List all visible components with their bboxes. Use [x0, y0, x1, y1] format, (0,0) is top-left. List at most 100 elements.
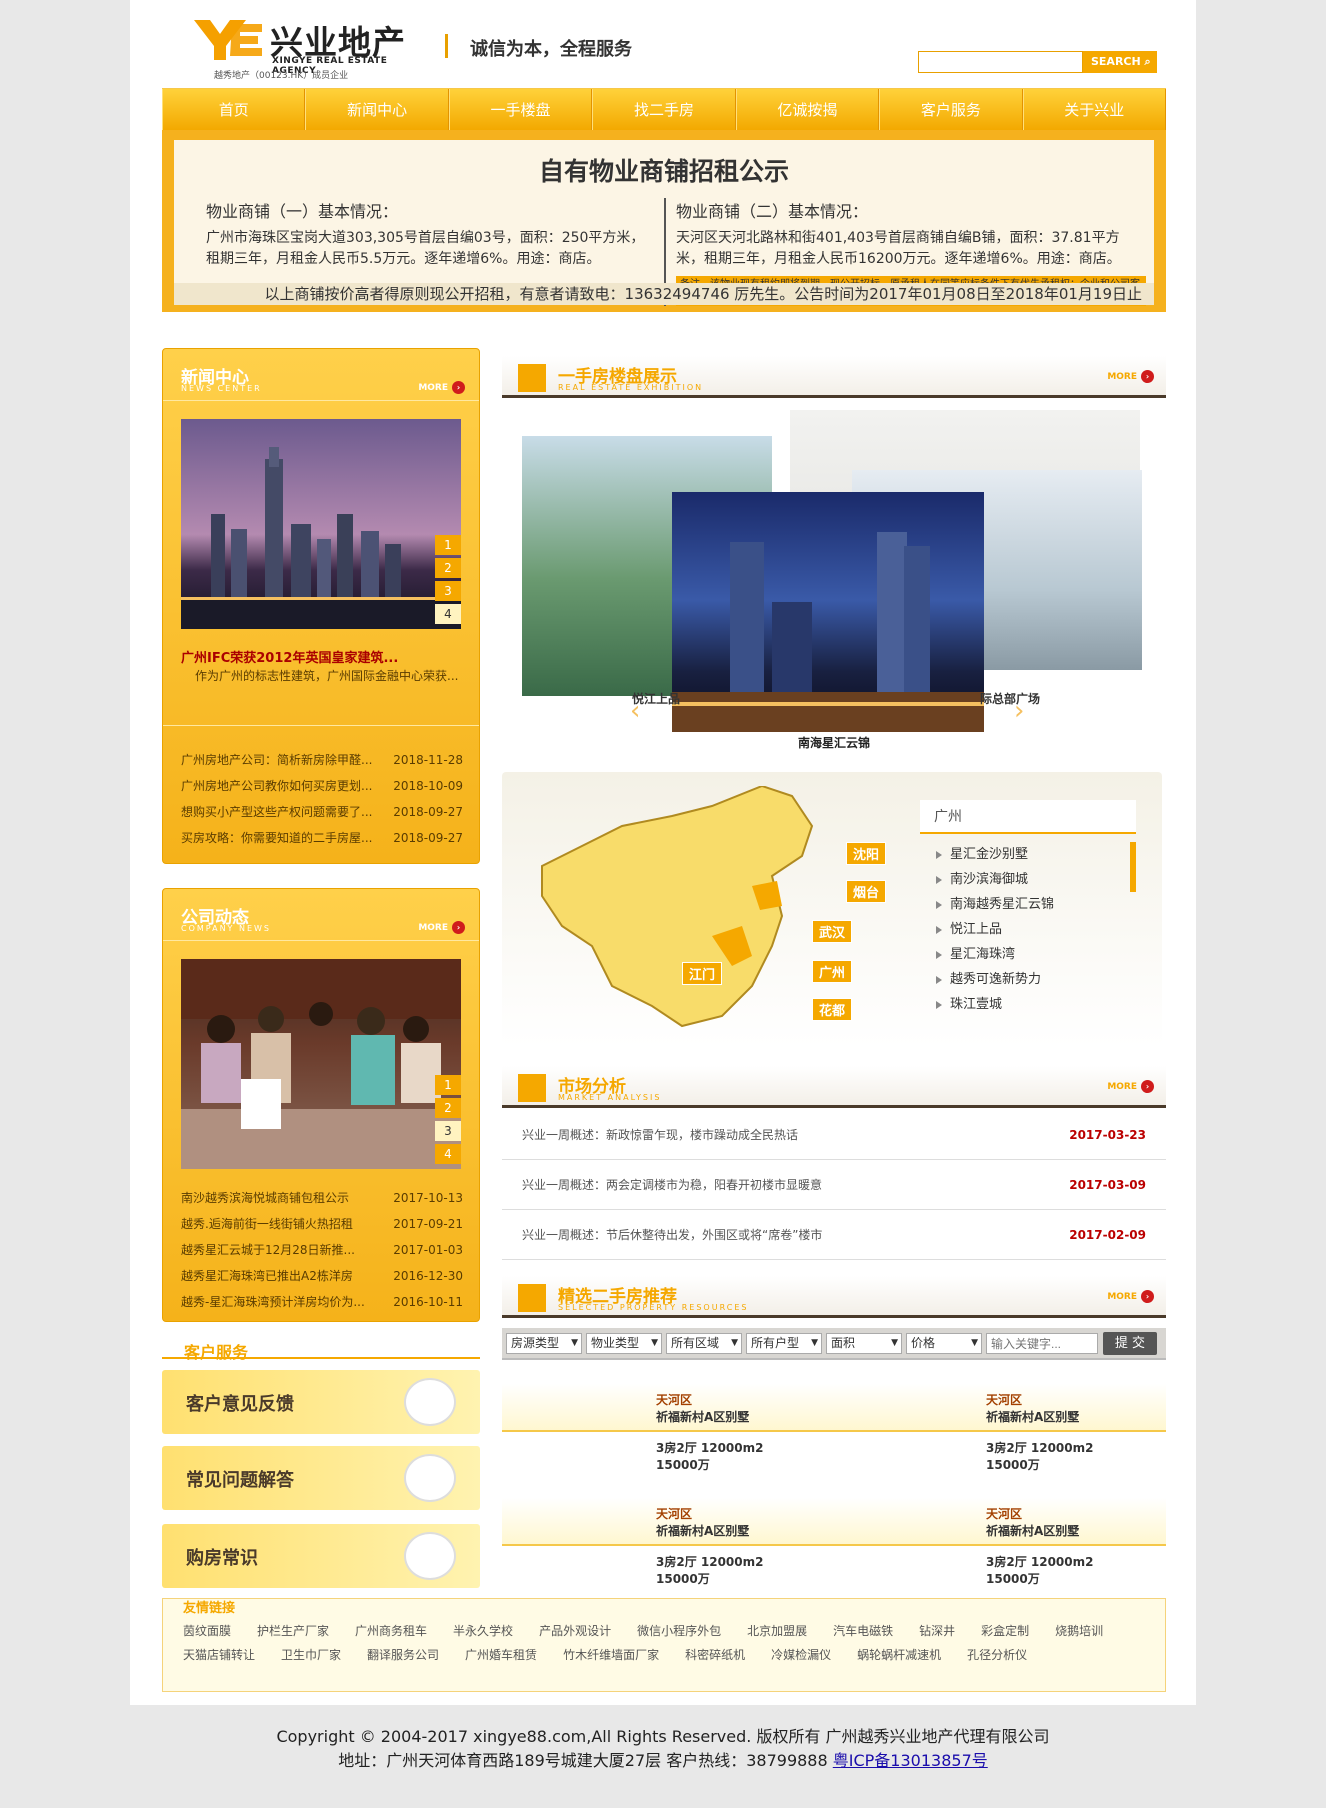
size-select[interactable]: 面积: [826, 1333, 902, 1354]
project-item[interactable]: 星汇海珠湾: [920, 942, 1136, 967]
slide-3-button[interactable]: 3: [435, 581, 461, 601]
company-news-item[interactable]: 越秀星汇海珠湾已推出A2栋洋房 2016-12-30: [181, 1263, 463, 1289]
news-item[interactable]: 想购买小产型这些产权问题需要了... 2018-09-27: [181, 799, 463, 825]
friend-link[interactable]: 烧鹅培训: [1055, 1619, 1103, 1643]
friend-link[interactable]: 微信小程序外包: [637, 1619, 721, 1643]
keyword-input[interactable]: [986, 1333, 1098, 1354]
search-input[interactable]: [918, 51, 1083, 73]
property-name[interactable]: 祈福新村A区别墅: [656, 1409, 749, 1426]
company-news-item[interactable]: 越秀.逅海前街一线街铺火热招租 2017-09-21: [181, 1211, 463, 1237]
friend-link[interactable]: 翻译服务公司: [367, 1643, 439, 1667]
friend-link[interactable]: 广州婚车租赁: [465, 1643, 537, 1667]
city-tab-guangzhou[interactable]: 广州: [920, 800, 1136, 834]
estate-more-link[interactable]: MORE ›: [1107, 370, 1154, 383]
rental-notice-banner[interactable]: 自有物业商铺招租公示 物业商铺（一）基本情况： 广州市海珠区宝岗大道303,30…: [162, 130, 1166, 312]
carousel-prev-icon[interactable]: ‹: [630, 696, 640, 726]
friend-link[interactable]: 北京加盟展: [747, 1619, 807, 1643]
company-news-item[interactable]: 南沙越秀滨海悦城商铺包租公示 2017-10-13: [181, 1185, 463, 1211]
friend-link[interactable]: 蜗轮蜗杆减速机: [857, 1643, 941, 1667]
logo[interactable]: 兴业地产 XINGYE REAL ESTATE AGENCY 越秀地产（0012…: [192, 16, 422, 81]
nav-about[interactable]: 关于兴业: [1022, 89, 1166, 130]
property-area[interactable]: 天河区: [656, 1506, 692, 1523]
estate-slide-main[interactable]: [672, 492, 984, 732]
friend-link[interactable]: 半永久学校: [453, 1619, 513, 1643]
estate-carousel[interactable]: 悦江上品 际总部广场 南海星汇云锦 ‹ ›: [502, 410, 1166, 750]
buying-guide-button[interactable]: 购房常识: [162, 1524, 480, 1588]
friend-link[interactable]: 卫生巾厂家: [281, 1643, 341, 1667]
project-item[interactable]: 悦江上品: [920, 917, 1136, 942]
friend-link[interactable]: 冷媒检漏仪: [771, 1643, 831, 1667]
market-more-link[interactable]: MORE ›: [1107, 1080, 1154, 1093]
carousel-next-icon[interactable]: ›: [1014, 696, 1024, 726]
friend-link[interactable]: 彩盒定制: [981, 1619, 1029, 1643]
slide-2-button[interactable]: 2: [435, 558, 461, 578]
friend-link[interactable]: 汽车电磁铁: [833, 1619, 893, 1643]
nav-second-hand[interactable]: 找二手房: [592, 89, 736, 130]
property-area[interactable]: 天河区: [986, 1506, 1022, 1523]
faq-button[interactable]: 常见问题解答: [162, 1446, 480, 1510]
nav-mortgage[interactable]: 亿诚按揭: [735, 89, 880, 130]
project-item[interactable]: 南海越秀星汇云锦: [920, 892, 1136, 917]
friend-link[interactable]: 天猫店铺转让: [183, 1643, 255, 1667]
nav-news[interactable]: 新闻中心: [305, 89, 449, 130]
nav-new-homes[interactable]: 一手楼盘: [448, 89, 593, 130]
city-shenyang[interactable]: 沈阳: [846, 842, 887, 865]
friend-link[interactable]: 广州商务租车: [355, 1619, 427, 1643]
property-area[interactable]: 天河区: [986, 1392, 1022, 1409]
property-area[interactable]: 天河区: [656, 1392, 692, 1409]
towers-image: [672, 532, 984, 732]
source-type-select[interactable]: 房源类型: [506, 1333, 582, 1354]
company-news-item[interactable]: 越秀-星汇海珠湾预计洋房均价为... 2016-10-11: [181, 1289, 463, 1315]
news-item[interactable]: 广州房地产公司：简析新房除甲醛... 2018-11-28: [181, 747, 463, 773]
friend-link[interactable]: 科密碎纸机: [685, 1643, 745, 1667]
project-item[interactable]: 星汇金沙别墅: [920, 842, 1136, 867]
friend-link[interactable]: 护栏生产厂家: [257, 1619, 329, 1643]
news-more-link[interactable]: MORE ›: [418, 381, 465, 394]
friend-link[interactable]: 钻深井: [919, 1619, 955, 1643]
project-item[interactable]: 南沙滨海御城: [920, 867, 1136, 892]
slide-4-button[interactable]: 4: [435, 1144, 461, 1164]
nav-customer-service[interactable]: 客户服务: [879, 89, 1023, 130]
list-scrollbar[interactable]: [1130, 842, 1136, 892]
market-item[interactable]: 兴业一周概述：节后休整待出发，外围区或将“席卷”楼市 2017-02-09: [502, 1210, 1166, 1260]
project-item[interactable]: 越秀可逸新势力: [920, 967, 1136, 992]
company-news-list: 南沙越秀滨海悦城商铺包租公示 2017-10-13 越秀.逅海前街一线街铺火热招租…: [181, 1185, 463, 1315]
project-item[interactable]: 珠江壹城: [920, 992, 1136, 1017]
news-item[interactable]: 广州房地产公司教你如何买房更划... 2018-10-09: [181, 773, 463, 799]
property-name[interactable]: 祈福新村A区别墅: [986, 1523, 1079, 1540]
city-wuhan[interactable]: 武汉: [812, 920, 853, 943]
company-photo[interactable]: [181, 959, 461, 1169]
property-name[interactable]: 祈福新村A区别墅: [656, 1523, 749, 1540]
submit-search-button[interactable]: 提 交: [1103, 1332, 1157, 1355]
area-select[interactable]: 所有区域: [666, 1333, 742, 1354]
slide-1-button[interactable]: 1: [435, 1075, 461, 1095]
city-huadu[interactable]: 花都: [812, 998, 853, 1021]
news-item[interactable]: 买房攻略：你需要知道的二手房屋... 2018-09-27: [181, 825, 463, 851]
nav-home[interactable]: 首页: [162, 89, 306, 130]
news-photo[interactable]: [181, 419, 461, 629]
price-select[interactable]: 价格: [906, 1333, 982, 1354]
city-guangzhou[interactable]: 广州: [812, 960, 853, 983]
property-type-select[interactable]: 物业类型: [586, 1333, 662, 1354]
city-yantai[interactable]: 烟台: [846, 880, 887, 903]
friend-link[interactable]: 茵纹面膜: [183, 1619, 231, 1643]
friend-link[interactable]: 产品外观设计: [539, 1619, 611, 1643]
company-more-link[interactable]: MORE ›: [418, 921, 465, 934]
friend-link[interactable]: 竹木纤维墙面厂家: [563, 1643, 659, 1667]
feedback-button[interactable]: 客户意见反馈: [162, 1370, 480, 1434]
icp-link[interactable]: 粤ICP备13013857号: [833, 1751, 988, 1770]
search-button[interactable]: SEARCH ⌕: [1083, 51, 1157, 73]
property-name[interactable]: 祈福新村A区别墅: [986, 1409, 1079, 1426]
slide-1-button[interactable]: 1: [435, 535, 461, 555]
slide-2-button[interactable]: 2: [435, 1098, 461, 1118]
company-news-item[interactable]: 越秀星汇云城于12月28日新推... 2017-01-03: [181, 1237, 463, 1263]
market-item[interactable]: 兴业一周概述：新政惊雷乍现，楼市躁动成全民热话 2017-03-23: [502, 1110, 1166, 1160]
friend-link[interactable]: 孔径分析仪: [967, 1643, 1027, 1667]
layout-select[interactable]: 所有户型: [746, 1333, 822, 1354]
slide-4-button[interactable]: 4: [435, 604, 461, 624]
city-jiangmen[interactable]: 江门: [682, 962, 723, 985]
market-item[interactable]: 兴业一周概述：两会定调楼市为稳，阳春开初楼市显暖意 2017-03-09: [502, 1160, 1166, 1210]
second-hand-more-link[interactable]: MORE ›: [1107, 1290, 1154, 1303]
news-headline[interactable]: 广州IFC荣获2012年英国皇家建筑...: [181, 647, 463, 666]
slide-3-button[interactable]: 3: [435, 1121, 461, 1141]
